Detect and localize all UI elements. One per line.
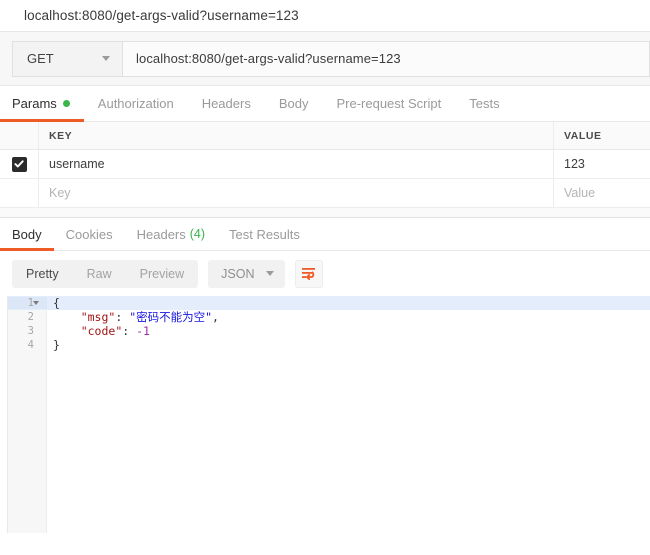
tab-tests[interactable]: Tests (455, 86, 513, 121)
code-text: "msg": "密码不能为空", (47, 309, 219, 325)
code-token-punc: } (53, 338, 60, 352)
header-value-cell: VALUE (554, 122, 650, 149)
code-line: 4} (0, 338, 650, 352)
code-token-punc: : (122, 324, 137, 338)
response-tab-headers-label: Headers (136, 226, 186, 242)
code-text: } (47, 338, 60, 352)
tab-tests-label: Tests (469, 96, 500, 111)
header-checkbox-cell (0, 122, 39, 149)
response-tab-headers[interactable]: Headers (4) (125, 218, 217, 250)
line-number: 2 (27, 311, 34, 323)
http-method-label: GET (27, 51, 54, 66)
code-token-punc (53, 324, 81, 338)
params-table: KEY VALUE username 123 Key Value (0, 122, 650, 218)
code-token-str: "密码不能为空" (129, 310, 213, 324)
tab-params-label: Params (12, 96, 57, 111)
empty-row-checkbox-cell (0, 179, 39, 207)
param-value-value: 123 (564, 157, 585, 171)
chevron-down-icon (266, 271, 275, 276)
tab-body-label: Body (278, 96, 309, 111)
param-enabled-checkbox[interactable] (11, 156, 27, 172)
response-headers-count: (4) (189, 227, 206, 241)
response-toolbar: Pretty Raw Preview JSON (0, 251, 650, 296)
response-format-select[interactable]: JSON (208, 259, 286, 288)
param-key-input[interactable]: username (39, 150, 554, 178)
editor-left-rail (0, 296, 8, 533)
window-titlebar: localhost:8080/get-args-valid?username=1… (0, 0, 650, 31)
response-body-editor[interactable]: 1{2 "msg": "密码不能为空", 3 "code": -1 4} (0, 296, 650, 533)
view-mode-raw[interactable]: Raw (73, 260, 126, 288)
code-text: { (47, 296, 60, 310)
tab-headers-label: Headers (201, 96, 251, 111)
code-token-key: "msg" (80, 310, 116, 324)
row-checkbox-cell (0, 150, 39, 178)
code-line: 2 "msg": "密码不能为空", (0, 310, 650, 324)
line-number: 1 (8, 297, 47, 309)
tab-authorization[interactable]: Authorization (84, 86, 188, 121)
empty-key-placeholder: Key (49, 186, 71, 200)
tab-pre-request-script-label: Pre-request Script (336, 96, 442, 111)
fold-arrow-icon[interactable] (33, 301, 39, 305)
tab-authorization-label: Authorization (97, 96, 174, 111)
response-tabs: Body Cookies Headers (4) Test Results (0, 218, 650, 251)
page-title: localhost:8080/get-args-valid?username=1… (24, 8, 299, 23)
response-tab-cookies[interactable]: Cookies (54, 218, 125, 250)
empty-param-value-input[interactable]: Value (554, 179, 650, 207)
response-tab-test-results[interactable]: Test Results (217, 218, 312, 250)
tab-headers[interactable]: Headers (188, 86, 265, 121)
wrap-text-button[interactable] (295, 259, 324, 288)
param-key-value: username (49, 157, 105, 171)
params-table-header: KEY VALUE (0, 122, 650, 150)
line-number: 3 (27, 325, 34, 337)
code-token-punc: : (115, 310, 130, 324)
editor-lines: 1{2 "msg": "密码不能为空", 3 "code": -1 4} (0, 296, 650, 352)
table-row: username 123 (0, 150, 650, 179)
table-row-empty: Key Value (0, 179, 650, 208)
http-method-select[interactable]: GET (13, 41, 123, 76)
response-tab-cookies-label: Cookies (65, 226, 113, 242)
response-tab-test-results-label: Test Results (229, 226, 300, 242)
empty-param-key-input[interactable]: Key (39, 179, 554, 207)
response-tab-body-label: Body (12, 226, 42, 242)
params-table-filler (0, 208, 650, 218)
green-dot-icon (62, 100, 70, 107)
code-token-punc: , (212, 310, 219, 324)
tab-params[interactable]: Params (0, 86, 84, 122)
request-tabs: Params Authorization Headers Body Pre-re… (0, 86, 650, 122)
tab-body[interactable]: Body (265, 86, 323, 121)
column-header-value: VALUE (564, 129, 602, 142)
url-input-value: localhost:8080/get-args-valid?username=1… (136, 51, 401, 66)
request-url-bar: GET localhost:8080/get-args-valid?userna… (0, 31, 650, 86)
column-header-key: KEY (49, 129, 73, 142)
line-number: 4 (27, 339, 34, 351)
code-line: 1{ (0, 296, 650, 310)
empty-value-placeholder: Value (564, 186, 596, 200)
wrap-text-icon (302, 267, 316, 280)
view-mode-pretty[interactable]: Pretty (12, 260, 73, 288)
code-token-num: -1 (136, 324, 150, 338)
response-view-mode-group: Pretty Raw Preview (12, 259, 199, 288)
code-token-punc (53, 310, 81, 324)
header-key-cell: KEY (39, 122, 554, 149)
code-line: 3 "code": -1 (0, 324, 650, 338)
tab-pre-request-script[interactable]: Pre-request Script (322, 86, 455, 121)
param-value-input[interactable]: 123 (554, 150, 650, 178)
code-token-punc: { (53, 296, 60, 310)
response-tab-body[interactable]: Body (0, 218, 54, 251)
url-input[interactable]: localhost:8080/get-args-valid?username=1… (123, 41, 649, 76)
chevron-down-icon (102, 56, 110, 61)
code-text: "code": -1 (47, 324, 150, 338)
view-mode-preview[interactable]: Preview (126, 260, 198, 288)
code-token-key: "code" (80, 324, 123, 338)
url-row: GET localhost:8080/get-args-valid?userna… (12, 40, 650, 77)
response-format-label: JSON (221, 266, 255, 281)
